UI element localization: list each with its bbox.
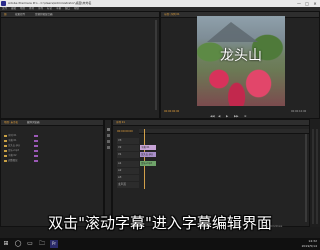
minimize-button[interactable]: — xyxy=(296,1,302,6)
source-scrollbar[interactable] xyxy=(155,20,157,110)
pavilion-roof-image xyxy=(207,22,258,42)
taskbar-clock[interactable]: 14:32 2019/5/14 xyxy=(302,239,317,249)
label-color-swatch xyxy=(34,155,38,157)
timeline-clip[interactable]: 字幕 01 xyxy=(140,145,156,150)
maximize-button[interactable]: □ xyxy=(304,1,310,6)
project-panel: 项目: 未命名 媒体浏览器 序列 01 字幕 01 龙头山.jpg 音乐.mp3… xyxy=(0,119,104,227)
audio-meter-panel xyxy=(310,119,320,227)
project-item[interactable]: 调整图层 xyxy=(4,159,38,163)
tab-source[interactable]: 源 xyxy=(4,12,7,17)
bin-icon xyxy=(4,159,7,162)
track-header-a3[interactable]: A3 xyxy=(117,175,139,181)
label-color-swatch xyxy=(34,160,38,162)
window-title: Adobe Premiere Pro - C:\Users\Administra… xyxy=(8,1,92,5)
ripple-edit-tool-icon[interactable] xyxy=(107,140,110,143)
project-item[interactable]: 序列 01 xyxy=(4,134,38,138)
timeline-panel-header: 序列 01 xyxy=(113,120,309,126)
search-icon[interactable]: ◯ xyxy=(14,240,22,248)
tab-audio-clip-mixer[interactable]: 音频剪辑混合器 xyxy=(35,12,53,17)
time-ruler[interactable] xyxy=(139,129,309,134)
start-icon[interactable]: ⊞ xyxy=(2,240,10,248)
file-explorer-icon[interactable]: 🗀 xyxy=(38,240,46,248)
audio-meter-left xyxy=(312,129,314,224)
playhead[interactable] xyxy=(144,129,145,189)
track-header-a1[interactable]: A1 xyxy=(117,161,139,167)
project-item[interactable]: 音乐.mp3 xyxy=(4,149,38,153)
selection-tool-icon[interactable] xyxy=(107,128,110,131)
project-item[interactable]: 字幕 01 xyxy=(4,139,38,143)
bin-icon xyxy=(4,134,7,137)
label-color-swatch xyxy=(34,150,38,152)
track-header-v1[interactable]: V1 xyxy=(117,152,139,158)
project-item[interactable]: 字幕 02 xyxy=(4,154,38,158)
track-header-master[interactable]: 主声道 xyxy=(117,182,139,188)
label-color-swatch xyxy=(34,140,38,142)
timeline-clip[interactable]: 音乐.mp3 xyxy=(140,161,156,166)
razor-tool-icon[interactable] xyxy=(107,146,110,149)
label-color-swatch xyxy=(34,135,38,137)
project-panel-header: 项目: 未命名 媒体浏览器 xyxy=(1,120,103,126)
timeline-timecode: 00:00:00:00 xyxy=(117,130,133,133)
source-monitor-panel: 源 效果控件 音频剪辑混合器 xyxy=(0,11,160,119)
close-button[interactable]: ✕ xyxy=(312,1,318,6)
timeline-clip[interactable]: 龙头山.jpg xyxy=(140,152,156,157)
tools-panel xyxy=(104,119,112,227)
tab-sequence[interactable]: 序列 01 xyxy=(116,120,125,125)
track-select-tool-icon[interactable] xyxy=(107,134,110,137)
bin-icon xyxy=(4,139,7,142)
source-panel-header: 源 效果控件 音频剪辑混合器 xyxy=(1,12,159,18)
label-color-swatch xyxy=(34,145,38,147)
timeline-panel: 序列 01 00:00:00:00 V3 V2 V1 A1 A2 A3 主声道 … xyxy=(112,119,310,227)
timeline-scrollbar[interactable] xyxy=(305,134,307,222)
bin-icon xyxy=(4,149,7,152)
track-header-v3[interactable]: V3 xyxy=(117,138,139,144)
program-timecode-current: 00:00:00:00 xyxy=(164,110,180,113)
tutorial-subtitle: 双击"滚动字幕"进入字幕编辑界面 xyxy=(48,214,272,232)
tab-media-browser[interactable]: 媒体浏览器 xyxy=(27,120,40,125)
bin-icon xyxy=(4,144,7,147)
project-item[interactable]: 龙头山.jpg xyxy=(4,144,38,148)
task-view-icon[interactable]: ▭ xyxy=(26,240,34,248)
program-video-frame: 龙头山 xyxy=(197,16,285,106)
video-title-caption: 龙头山 xyxy=(220,48,262,64)
program-timecode-duration: 00:00:10:00 xyxy=(291,110,307,113)
track-header-v2[interactable]: V2 xyxy=(117,145,139,151)
bin-icon xyxy=(4,154,7,157)
windows-activation-watermark: 激活 Windows xyxy=(262,224,283,228)
audio-meter-right xyxy=(316,129,318,224)
window-titlebar: Adobe Premiere Pro - C:\Users\Administra… xyxy=(0,0,320,7)
premiere-taskbar-icon[interactable]: Pr xyxy=(50,240,58,248)
track-header-a2[interactable]: A2 xyxy=(117,168,139,174)
tab-project[interactable]: 项目: 未命名 xyxy=(4,120,18,125)
windows-taskbar: ⊞ ◯ ▭ 🗀 Pr 14:32 2019/5/14 xyxy=(0,238,320,250)
tab-effect-controls[interactable]: 效果控件 xyxy=(15,12,25,17)
clock-date: 2019/5/14 xyxy=(301,244,317,248)
tab-program[interactable]: 节目: 序列 01 xyxy=(164,12,180,17)
premiere-app-icon xyxy=(1,1,6,6)
